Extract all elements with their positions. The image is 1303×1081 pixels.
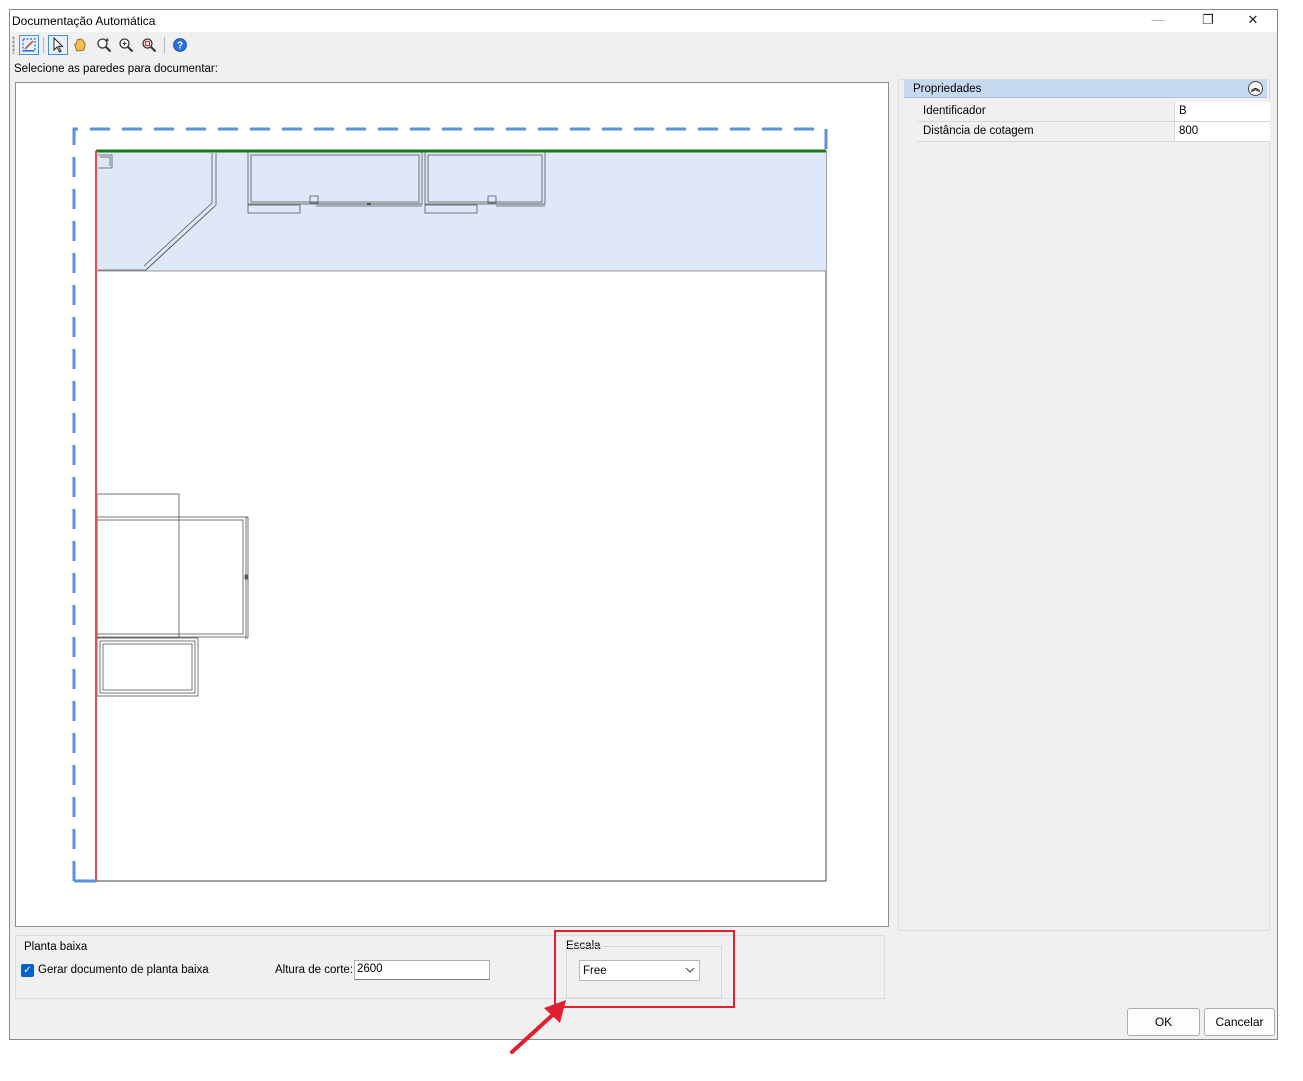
zoom-window-icon[interactable] (94, 35, 114, 55)
collapse-icon[interactable]: ︽ (1248, 81, 1263, 96)
gerar-planta-label[interactable]: Gerar documento de planta baixa (38, 964, 209, 976)
distancia-cotagem-value[interactable]: 800 (1174, 122, 1270, 141)
selection-prompt: Selecione as paredes para documentar: (14, 63, 218, 75)
zoom-extents-icon[interactable] (139, 35, 159, 55)
toolbar-grip[interactable] (12, 36, 15, 54)
properties-panel: Propriedades ︽ Identificador B Distância… (898, 79, 1270, 931)
help-icon[interactable]: ? (170, 35, 190, 55)
altura-corte-input[interactable]: 2600 (354, 960, 490, 980)
property-row-distancia-cotagem: Distância de cotagem 800 (917, 122, 1270, 142)
pan-hand-icon[interactable] (70, 35, 90, 55)
altura-corte-label: Altura de corte: (275, 964, 353, 976)
wall-selection-canvas[interactable] (15, 82, 889, 927)
select-pointer-icon[interactable] (48, 35, 68, 55)
planta-baixa-group-label: Planta baixa (24, 941, 88, 953)
cancel-button[interactable]: Cancelar (1204, 1008, 1275, 1036)
toolbar-separator (164, 37, 165, 53)
svg-text:?: ? (177, 41, 183, 52)
window-title: Documentação Automática (12, 14, 156, 28)
property-name: Identificador (923, 105, 986, 117)
title-bar: Documentação Automática — ❐ ✕ (10, 10, 1277, 32)
identificador-value[interactable]: B (1174, 102, 1270, 121)
gerar-planta-checkbox[interactable]: ✓ (21, 964, 34, 977)
annotation-arrow-icon (510, 1000, 566, 1054)
zoom-in-icon[interactable] (116, 35, 136, 55)
ok-button[interactable]: OK (1127, 1008, 1200, 1036)
selected-wall-zone (97, 152, 826, 271)
properties-header[interactable]: Propriedades ︽ (904, 80, 1267, 98)
annotation-highlight-box (554, 930, 735, 1008)
floor-plan-drawing[interactable] (16, 83, 888, 926)
auto-document-icon[interactable] (19, 35, 39, 55)
dialog-window: Documentação Automática — ❐ ✕ ? Selecion… (9, 9, 1278, 1040)
maximize-button[interactable]: ❐ (1185, 10, 1231, 32)
close-button[interactable]: ✕ (1230, 10, 1276, 32)
properties-title: Propriedades (913, 83, 982, 95)
planta-baixa-group: Planta baixa ✓ Gerar documento de planta… (15, 935, 885, 999)
property-row-identificador: Identificador B (917, 102, 1270, 122)
toolbar: ? (10, 32, 1277, 58)
toolbar-separator (43, 37, 44, 53)
property-name: Distância de cotagem (923, 125, 1034, 137)
minimize-button[interactable]: — (1135, 10, 1181, 32)
